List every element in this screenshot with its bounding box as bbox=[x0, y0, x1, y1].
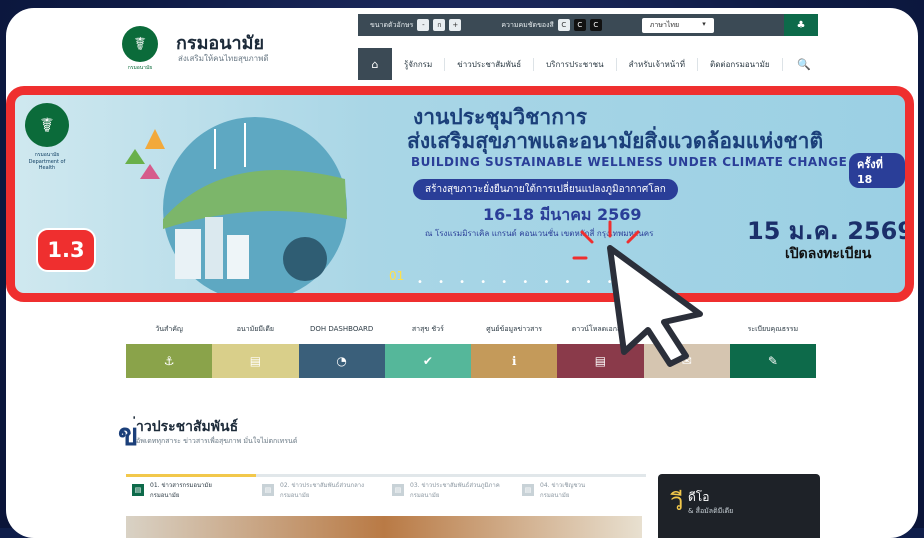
document-icon: ▤ bbox=[132, 483, 144, 496]
banner-english-title: BUILDING SUSTAINABLE WELLNESS UNDER CLIM… bbox=[411, 155, 848, 169]
contrast-normal-button[interactable]: C bbox=[557, 19, 570, 31]
slide-number: 01 bbox=[389, 269, 405, 283]
quick-tile-icon[interactable]: ⚓ bbox=[126, 344, 213, 378]
banner-edition-badge: ครั้งที่ 18 bbox=[849, 153, 905, 188]
document-icon: ▤ bbox=[262, 483, 274, 496]
chevron-down-icon: ▾ bbox=[702, 19, 706, 28]
logo-caption: กรมอนามัย bbox=[127, 65, 153, 71]
nav-item-news[interactable]: ข่าวประชาสัมพันธ์ bbox=[445, 57, 535, 71]
font-increase-button[interactable]: + bbox=[449, 19, 462, 31]
tab-sublabel: กรมอนามัย bbox=[540, 491, 570, 499]
quick-tile-icon[interactable]: ◔ bbox=[298, 344, 385, 378]
quick-tile-icon[interactable]: ▤ bbox=[212, 344, 299, 378]
tab-regional-news[interactable]: ▤ 03. ข่าวประชาสัมพันธ์ส่วนภูมิภาคกรมอนา… bbox=[386, 474, 516, 502]
sitemap-icon[interactable]: ♣ bbox=[784, 14, 818, 36]
seal-caption-en: Department of Health bbox=[28, 159, 66, 171]
tab-label: 01. ข่าวสารกรมอนามัย bbox=[150, 481, 212, 489]
font-decrease-button[interactable]: - bbox=[417, 19, 430, 31]
home-icon[interactable]: ⌂ bbox=[358, 48, 392, 80]
cursor-pointer-icon bbox=[572, 220, 703, 367]
tab-doh-news[interactable]: ▤ 01. ข่าวสารกรมอนามัยกรมอนามัย bbox=[126, 474, 256, 502]
document-icon: ▤ bbox=[522, 483, 534, 496]
font-reset-button[interactable]: ก bbox=[433, 19, 446, 31]
language-select[interactable]: ภาษาไทย ▾ bbox=[641, 17, 714, 33]
tab-label: 02. ข่าวประชาสัมพันธ์ส่วนกลาง bbox=[280, 481, 365, 489]
language-value: ภาษาไทย bbox=[649, 20, 680, 29]
video-heading: ดีโอ bbox=[688, 490, 710, 504]
quick-link[interactable]: วันสำคัญ bbox=[126, 320, 212, 338]
nav-item-services[interactable]: บริการประชาชน bbox=[534, 57, 617, 71]
globe-illustration bbox=[125, 117, 347, 293]
site-subtitle: ส่งเสริมให้คนไทยสุขภาพดี bbox=[178, 54, 269, 63]
quick-link[interactable]: ระเบียบคุณธรรม bbox=[730, 320, 816, 338]
quick-link[interactable]: สาสุข ชัวร์ bbox=[385, 320, 471, 338]
quick-tile-icon[interactable]: ✔ bbox=[384, 344, 471, 378]
quick-link[interactable]: DOH DASHBOARD bbox=[299, 320, 385, 338]
video-subheading: & สื่อมัลติมีเดีย bbox=[688, 507, 734, 515]
contrast-dark-button[interactable]: C bbox=[573, 19, 586, 31]
tab-label: 03. ข่าวประชาสัมพันธ์ส่วนภูมิภาค bbox=[410, 481, 500, 489]
tab-sublabel: กรมอนามัย bbox=[410, 491, 440, 499]
news-subheading: อัพเดททุกสาระ ข่าวสารเพื่อสุขภาพ มั่นใจไ… bbox=[136, 437, 298, 445]
main-nav: ⌂ รู้จักกรม ข่าวประชาสัมพันธ์ บริการประช… bbox=[358, 48, 818, 80]
banner-title-line2: ส่งเสริมสุขภาพและอนามัยสิ่งแวดล้อมแห่งชา… bbox=[407, 129, 824, 153]
document-icon: ▤ bbox=[392, 483, 404, 496]
quick-link[interactable]: อนามัยมีเดีย bbox=[212, 320, 298, 338]
nav-item-about[interactable]: รู้จักกรม bbox=[392, 57, 446, 71]
contrast-yellow-button[interactable]: C bbox=[589, 19, 602, 31]
news-heading: ่าวประชาสัมพันธ์ bbox=[136, 419, 239, 435]
nav-item-contact[interactable]: ติดต่อกรมอนามัย bbox=[698, 57, 783, 71]
utility-bar: ขนาดตัวอักษร - ก + ความคมชัดของสี C C C … bbox=[358, 14, 818, 36]
font-size-label: ขนาดตัวอักษร bbox=[370, 20, 414, 29]
tab-sublabel: กรมอนามัย bbox=[150, 491, 180, 499]
banner-theme-pill: สร้างสุขภาวะยั่งยืนภายใต้การเปลี่ยนแปลงภ… bbox=[413, 179, 678, 200]
contrast-label: ความคมชัดของสี bbox=[501, 20, 554, 29]
quick-link[interactable]: ศูนย์ข้อมูลข่าวสาร bbox=[471, 320, 557, 338]
nav-item-staff[interactable]: สำหรับเจ้าหน้าที่ bbox=[617, 57, 699, 71]
quick-tile-icon[interactable]: ℹ bbox=[471, 344, 558, 378]
banner-registration-label[interactable]: เปิดลงทะเบียน bbox=[785, 243, 871, 265]
seal-caption: กรมอนามัย Department of Health bbox=[21, 151, 73, 171]
news-thumbnail[interactable] bbox=[126, 516, 642, 538]
doh-seal-icon: ☤ bbox=[25, 103, 69, 147]
video-panel[interactable]: วี ดีโอ & สื่อมัลติมีเดีย bbox=[658, 474, 820, 538]
step-badge: 1.3 bbox=[36, 228, 96, 272]
doh-logo[interactable]: ☤ bbox=[122, 26, 158, 62]
quick-tile-icon[interactable]: ✎ bbox=[729, 344, 816, 378]
tab-sublabel: กรมอนามัย bbox=[280, 491, 310, 499]
tab-label: 04. ข่าวเชิญชวน bbox=[540, 481, 586, 489]
tab-invitation-news[interactable]: ▤ 04. ข่าวเชิญชวนกรมอนามัย bbox=[516, 474, 646, 502]
search-icon[interactable]: 🔍 bbox=[790, 58, 818, 71]
news-tabs: ▤ 01. ข่าวสารกรมอนามัยกรมอนามัย ▤ 02. ข่… bbox=[126, 474, 646, 502]
hero-banner[interactable]: ☤ กรมอนามัย Department of Health งานประชุ… bbox=[6, 86, 914, 302]
seal-caption-th: กรมอนามัย bbox=[34, 152, 60, 158]
video-heading-mark: วี bbox=[670, 488, 684, 516]
tab-central-news[interactable]: ▤ 02. ข่าวประชาสัมพันธ์ส่วนกลางกรมอนามัย bbox=[256, 474, 386, 502]
